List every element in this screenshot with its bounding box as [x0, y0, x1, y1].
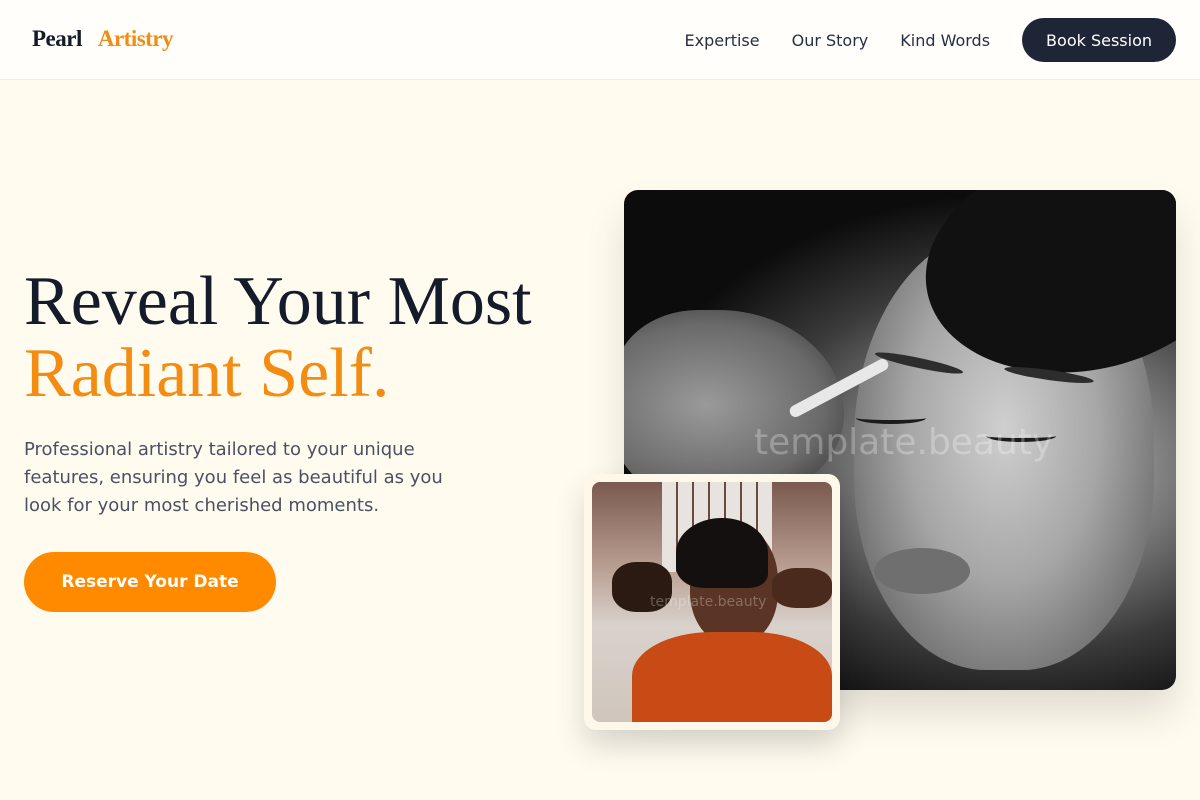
hero-secondary-photo: template.beauty: [592, 482, 832, 722]
hero-title-line2: Radiant Self.: [24, 335, 390, 412]
site-header: Pearl Artistry Expertise Our Story Kind …: [0, 0, 1200, 80]
logo-text-primary: Pearl: [32, 26, 82, 51]
reserve-date-button[interactable]: Reserve Your Date: [24, 552, 276, 612]
hero-title: Reveal Your Most Radiant Self.: [24, 266, 532, 410]
nav-link-kind-words[interactable]: Kind Words: [900, 31, 990, 50]
hero-title-line1: Reveal Your Most: [24, 263, 532, 340]
book-session-button[interactable]: Book Session: [1022, 18, 1176, 62]
photo-robe-shape: [632, 632, 832, 722]
hero-secondary-photo-frame: template.beauty: [584, 474, 840, 730]
photo-lips-shape: [874, 548, 970, 594]
main-photo-watermark: template.beauty: [754, 422, 1054, 463]
logo-text-accent: Artistry: [97, 26, 174, 51]
hero-description: Professional artistry tailored to your u…: [24, 439, 443, 516]
nav-link-our-story[interactable]: Our Story: [792, 31, 869, 50]
main-nav: Expertise Our Story Kind Words Book Sess…: [685, 18, 1176, 62]
small-photo-watermark: template.beauty: [650, 594, 767, 610]
photo-hair-shape-small: [676, 518, 768, 588]
logo[interactable]: Pearl Artistry: [32, 26, 174, 52]
nav-link-expertise[interactable]: Expertise: [685, 31, 760, 50]
photo-hand-right-shape: [772, 568, 832, 608]
